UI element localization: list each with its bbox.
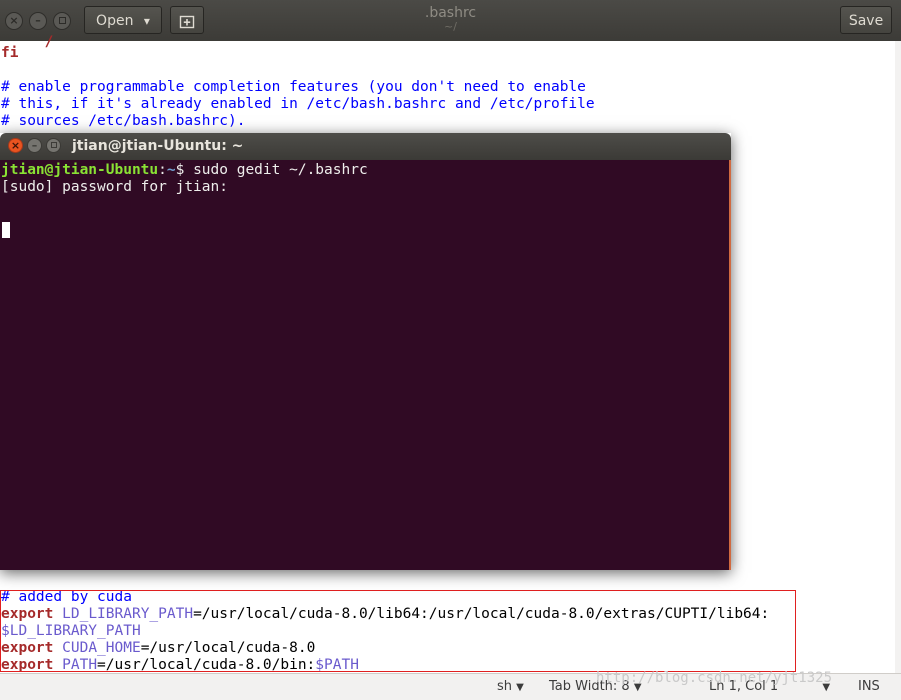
- chevron-down-icon: ▼: [516, 682, 524, 693]
- terminal-command: sudo gedit ~/.bashrc: [193, 162, 368, 178]
- terminal-close-button[interactable]: ×: [8, 138, 23, 153]
- prompt-user-host: jtian@jtian-Ubuntu: [1, 162, 159, 178]
- window-title: .bashrc: [424, 5, 477, 21]
- terminal-maximize-button[interactable]: [46, 138, 61, 153]
- save-button[interactable]: Save: [840, 6, 892, 34]
- prompt-separator: :: [158, 162, 167, 178]
- editor-scrollbar[interactable]: [895, 41, 901, 673]
- watermark-text: http://blog.csdn.net/yjt1325: [596, 670, 833, 686]
- editor-comment-line: # enable programmable completion feature…: [1, 79, 586, 95]
- gedit-header-bar: × – Open ▾ .bashrc ~/ Save: [0, 0, 901, 42]
- maximize-icon: [50, 142, 57, 148]
- insert-mode-indicator[interactable]: INS: [858, 679, 880, 694]
- terminal-cursor: [2, 222, 10, 238]
- terminal-window[interactable]: × – jtian@jtian-Ubuntu: ~ jtian@jtian-Ub…: [0, 133, 731, 570]
- editor-comment-line: # this, if it's already enabled in /etc/…: [1, 96, 595, 112]
- minimize-icon: –: [31, 139, 38, 152]
- terminal-content[interactable]: jtian@jtian-Ubuntu:~$ sudo gedit ~/.bash…: [0, 160, 731, 570]
- terminal-command-line: jtian@jtian-Ubuntu:~$ sudo gedit ~/.bash…: [1, 162, 368, 179]
- cuda-exports-highlight-box: [0, 590, 796, 672]
- editor-line-fi: fi: [1, 45, 19, 61]
- window-subtitle: ~/: [444, 20, 457, 33]
- close-icon: ×: [10, 139, 21, 152]
- terminal-output-line: [sudo] password for jtian:: [1, 179, 228, 195]
- language-label: sh: [497, 679, 513, 694]
- prompt-dollar: $: [175, 162, 194, 178]
- terminal-title: jtian@jtian-Ubuntu: ~: [72, 138, 244, 154]
- prompt-path: ~: [166, 162, 176, 178]
- editor-comment-line: # sources /etc/bash.bashrc).: [1, 113, 246, 129]
- language-selector[interactable]: sh ▼: [497, 679, 524, 694]
- terminal-minimize-button[interactable]: –: [27, 138, 42, 153]
- terminal-title-bar[interactable]: × – jtian@jtian-Ubuntu: ~: [0, 133, 731, 160]
